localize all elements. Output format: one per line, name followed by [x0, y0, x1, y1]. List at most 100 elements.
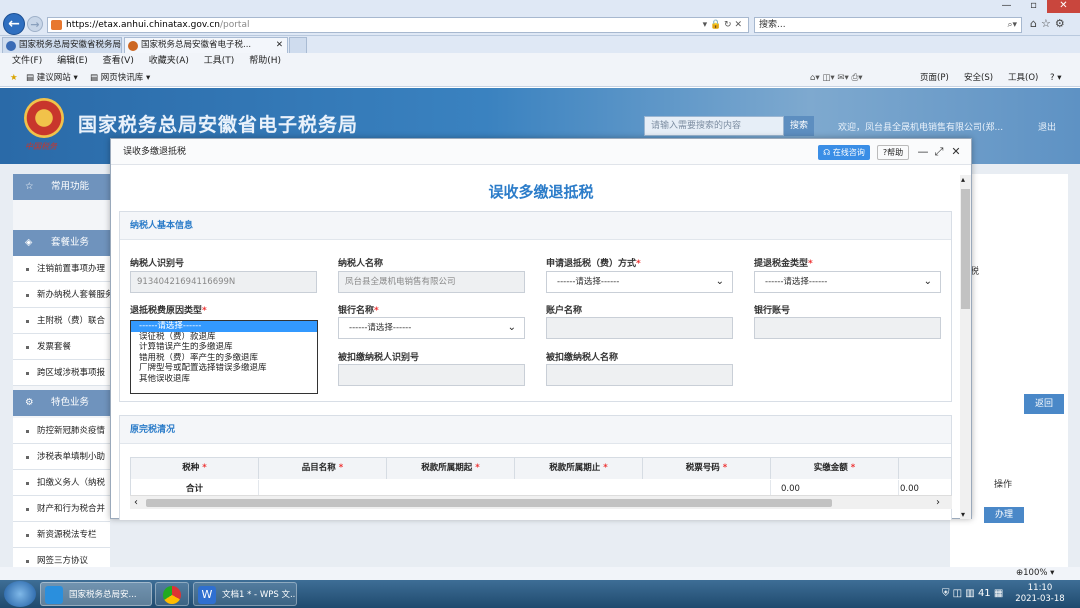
command-safety[interactable]: 安全(S) — [964, 69, 993, 87]
sidebar-item[interactable]: 财产和行为税合并 — [13, 496, 110, 522]
chevron-down-icon: ⌄ — [923, 276, 932, 287]
column-header-label: 实缴金额 — [813, 463, 848, 473]
reason-option[interactable]: 厂牌型号或配置选择错误多缴退库 — [131, 363, 317, 374]
sidebar-item[interactable]: 涉税表单填制小助 — [13, 444, 110, 470]
withheld-name-label: 被扣缴纳税人名称 — [546, 353, 619, 363]
favorites-star-icon[interactable]: ★ — [10, 69, 18, 87]
logout-link[interactable]: 退出 — [1038, 120, 1056, 133]
horizontal-scrollbar[interactable]: ‹ › — [130, 495, 952, 509]
sidebar-section-package[interactable]: ◈ 套餐业务 — [13, 230, 110, 256]
minimize-icon[interactable]: — — [917, 145, 929, 159]
tab-favicon-icon — [128, 41, 138, 51]
account-name-label: 账户名称 — [546, 306, 583, 316]
menu-help[interactable]: 帮助(H) — [249, 56, 281, 66]
sidebar-item[interactable]: 主附税（费）联合 — [13, 308, 110, 334]
forward-button[interactable]: → — [27, 16, 43, 32]
scroll-right-icon[interactable]: › — [936, 496, 940, 509]
sidebar-item[interactable]: 跨区域涉税事项报 — [13, 360, 110, 386]
fav-suggested-sites[interactable]: ▤ 建议网站 ▾ — [26, 69, 78, 87]
browser-menubar: 文件(F) 编辑(E) 查看(V) 收藏夹(A) 工具(T) 帮助(H) — [0, 53, 1080, 69]
sidebar-section-common[interactable]: ☆ 常用功能 — [13, 174, 110, 200]
bank-name-select[interactable]: ------请选择------ ⌄ — [338, 317, 525, 339]
handle-button[interactable]: 办理 — [984, 507, 1024, 523]
help-button[interactable]: ?帮助 — [877, 145, 909, 160]
sidebar-section-featured[interactable]: ⚙ 特色业务 — [13, 390, 110, 416]
browser-tab-1[interactable]: 国家税务总局安徽省税务局 — [2, 37, 122, 53]
clock-date: 2021-03-18 — [1015, 594, 1065, 604]
menu-file[interactable]: 文件(F) — [12, 56, 42, 66]
menu-favorites[interactable]: 收藏夹(A) — [149, 56, 189, 66]
sidebar-item[interactable]: 扣缴义务人（纳税 — [13, 470, 110, 496]
maximize-icon[interactable]: ⤢ — [933, 145, 945, 159]
column-header: 税款所属期止 * — [515, 458, 643, 479]
taskbar-clock[interactable]: 11:10 2021-03-18 — [1010, 583, 1070, 605]
taskbar-chrome[interactable] — [155, 582, 189, 606]
zoom-level[interactable]: ⊕100% ▾ — [1016, 567, 1054, 580]
required-mark: * — [335, 463, 344, 473]
site-search-input[interactable]: 请输入需要搜索的内容 — [644, 116, 784, 136]
help-icon[interactable]: ? ▾ — [1050, 69, 1061, 87]
reason-option[interactable]: 其他误收退库 — [131, 374, 317, 385]
browser-search-input[interactable]: 搜索... ⌕▾ — [754, 17, 1022, 33]
scroll-down-icon[interactable]: ▾ — [961, 510, 965, 519]
vertical-scrollbar[interactable]: ▴ ▾ — [960, 175, 971, 519]
reason-label: 退抵税费原因类型* — [130, 306, 207, 316]
home-star-gear-icons[interactable]: ⌂☆⚙ — [1030, 17, 1069, 30]
tray-icons[interactable]: ⛨ ◫ ▥ 41 ▦ — [942, 588, 1003, 599]
refund-method-select[interactable]: ------请选择------ ⌄ — [546, 271, 733, 293]
sidebar-item[interactable]: 新办纳税人套餐服务 — [13, 282, 110, 308]
column-header-label: 税种 — [182, 463, 200, 473]
withheld-name-field — [546, 364, 733, 386]
column-header: 税票号码 * — [643, 458, 771, 479]
menu-edit[interactable]: 编辑(E) — [57, 56, 88, 66]
close-tab-icon[interactable]: ✕ — [276, 38, 283, 53]
reason-listbox[interactable]: ------请选择------ 误征税（费）款退库 计算错误产生的多缴退库 错用税（费… — [130, 320, 318, 394]
back-button[interactable]: ← — [3, 13, 25, 35]
search-icon[interactable]: ⌕▾ — [1007, 18, 1017, 32]
favorites-bar: ★ ▤ 建议网站 ▾ ▤ 网页快讯库 ▾ ⌂▾ ◫▾ ✉▾ ⎙▾ 页面(P) 安… — [0, 69, 1080, 87]
reason-option[interactable]: 错用税（费）率产生的多缴退库 — [131, 353, 317, 364]
withheld-id-label: 被扣缴纳税人识别号 — [338, 353, 420, 363]
site-search-button[interactable]: 搜索 — [784, 116, 814, 136]
new-tab-button[interactable] — [289, 37, 307, 53]
menu-tools[interactable]: 工具(T) — [204, 56, 235, 66]
sidebar-section-label: 特色业务 — [51, 397, 90, 408]
address-bar[interactable]: https://etax.anhui.chinatax.gov.cn/porta… — [47, 17, 749, 33]
close-icon[interactable]: ✕ — [950, 145, 962, 159]
required-mark: * — [199, 463, 207, 473]
clock-time: 11:10 — [1027, 583, 1053, 593]
online-consult-button[interactable]: ☊ 在线咨询 — [818, 145, 870, 160]
refund-type-label: 提退税金类型* — [754, 259, 813, 269]
taxpayer-name-label: 纳税人名称 — [338, 259, 384, 269]
welcome-text: 欢迎，凤台县全晟机电销售有限公司(郑... — [838, 123, 1004, 133]
bank-name-label: 银行名称* — [338, 306, 379, 316]
scroll-thumb[interactable] — [146, 499, 832, 507]
refund-type-select[interactable]: ------请选择------ ⌄ — [754, 271, 941, 293]
lock-refresh-icons[interactable]: ▾ 🔒 ↻ ✕ — [703, 18, 742, 32]
scroll-thumb[interactable] — [961, 189, 970, 309]
sidebar-item[interactable]: 发票套餐 — [13, 334, 110, 360]
sidebar-item[interactable]: 防控新冠肺炎疫情 — [13, 418, 110, 444]
taskbar-wps-window[interactable]: W 文档1 * - WPS 文... — [193, 582, 297, 606]
reason-option[interactable]: 误征税（费）款退库 — [131, 332, 317, 343]
command-page[interactable]: 页面(P) — [920, 69, 949, 87]
scroll-left-icon[interactable]: ‹ — [134, 496, 138, 509]
sidebar-item[interactable]: 注销前置事项办理 — [13, 256, 110, 282]
maximize-button[interactable]: ▫ — [1020, 0, 1047, 13]
taskbar-ie-window[interactable]: 国家税务总局安... — [40, 582, 152, 606]
reason-option[interactable]: 计算错误产生的多缴退库 — [131, 342, 317, 353]
column-header: 税款所属期起 * — [387, 458, 515, 479]
fav-web-slice[interactable]: ▤ 网页快讯库 ▾ — [90, 69, 150, 87]
start-button[interactable] — [4, 581, 36, 607]
home-feed-mail-print-icons[interactable]: ⌂▾ ◫▾ ✉▾ ⎙▾ — [810, 69, 863, 87]
menu-view[interactable]: 查看(V) — [103, 56, 134, 66]
close-window-button[interactable]: ✕ — [1047, 0, 1080, 13]
sidebar-item[interactable]: 新资源税法专栏 — [13, 522, 110, 548]
scroll-up-icon[interactable]: ▴ — [961, 175, 965, 184]
return-button[interactable]: 返回 — [1024, 394, 1064, 414]
chrome-icon — [163, 586, 181, 604]
minimize-button[interactable]: — — [993, 0, 1020, 13]
browser-tab-2[interactable]: 国家税务总局安徽省电子税... ✕ — [124, 37, 288, 53]
reason-option[interactable]: ------请选择------ — [131, 321, 317, 332]
command-tools[interactable]: 工具(O) — [1008, 69, 1038, 87]
